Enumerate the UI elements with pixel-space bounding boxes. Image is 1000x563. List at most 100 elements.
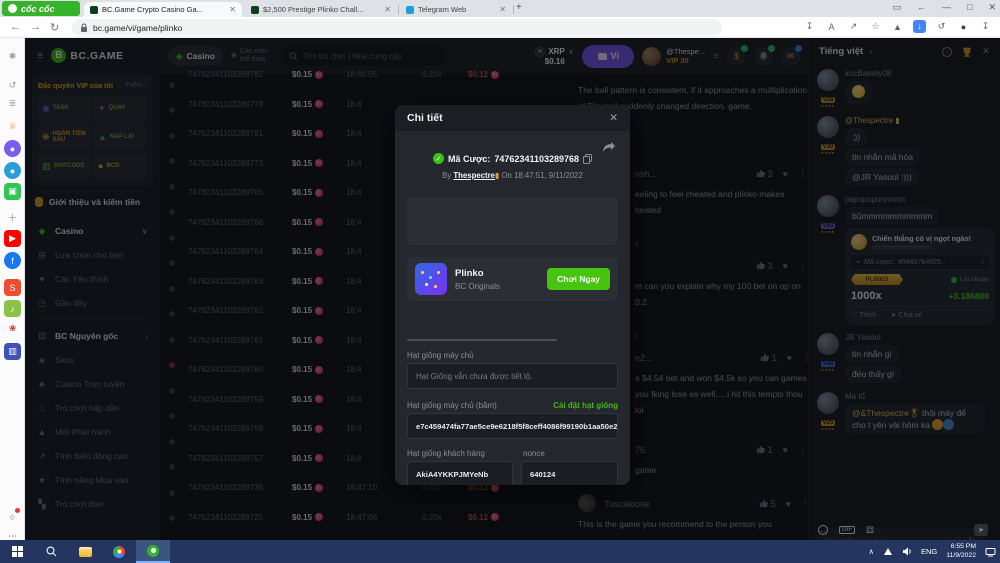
vip-crown-icon[interactable]: ♕ [4, 118, 21, 135]
tab-title: Telegram Web [418, 5, 495, 14]
volume-icon[interactable] [902, 547, 912, 556]
taskbar-file-explorer[interactable] [68, 540, 102, 563]
garden-icon[interactable]: ❀ [4, 320, 21, 337]
keyboard-language[interactable]: ENG [921, 547, 937, 556]
browser-tab[interactable]: Telegram Web ✕ [400, 2, 512, 17]
tray-time: 6:55 PM [946, 543, 976, 551]
close-button[interactable]: ✕ [988, 2, 996, 13]
medal-icon: ▮ [495, 171, 499, 180]
address-bar[interactable]: bc.game/vi/game/plinko [72, 19, 722, 36]
client-seed-value: AkiA4YKKPJMYeNb [416, 470, 488, 479]
sync-icon[interactable]: ↺ [935, 21, 948, 32]
back-button[interactable]: ← [10, 21, 21, 33]
tab-search-icon[interactable]: ▭ [893, 2, 902, 13]
save-icon[interactable]: ↧ [803, 21, 816, 32]
tab-close-icon[interactable]: ✕ [499, 5, 506, 14]
seed-settings-link[interactable]: Cài đặt hạt giống [553, 401, 618, 410]
reading-list-icon[interactable]: ≣ [4, 95, 21, 112]
share-icon[interactable]: ↗ [847, 21, 860, 32]
bet-id-value: 74762341103289768 [494, 154, 579, 164]
coccoc-logo[interactable]: cốc cốc [2, 1, 80, 16]
tab-title: BC.Game Crypto Casino Ga... [102, 5, 225, 14]
browser-sidebar: ✱↺≣♕●●▣＋▶fS♪❀▥○⋯ [0, 38, 25, 540]
multiplier-chips [407, 309, 618, 335]
server-seed-hash-field[interactable]: e7c459474fa77ae5ce9e6218f5f8ceff4086f991… [407, 413, 618, 439]
zalo-icon[interactable]: ● [4, 162, 21, 179]
taskbar-coccoc-active[interactable] [136, 540, 170, 563]
server-seed-label: Hạt giống máy chủ [407, 351, 474, 360]
client-seed-label: Hạt giống khách hàng [407, 449, 485, 458]
games-icon[interactable]: ▣ [4, 183, 21, 200]
tab-close-icon[interactable]: ✕ [229, 5, 236, 14]
sidebar-toggle-icon[interactable]: ← [917, 2, 926, 13]
tab-favicon [406, 6, 414, 14]
tab-favicon [251, 6, 259, 14]
profile-icon[interactable]: ● [957, 22, 970, 32]
send-message-icon[interactable]: ➤ [974, 524, 988, 536]
minimize-button[interactable]: — [942, 2, 951, 13]
folder-icon [79, 547, 92, 557]
by-label: By [442, 171, 451, 180]
screen: cốc cốc BC.Game Crypto Casino Ga... ✕ $2… [0, 0, 1000, 563]
play-now-button[interactable]: Chơi Ngay [547, 268, 610, 290]
tab-favicon [90, 6, 98, 14]
game-card: Plinko BC Originals Chơi Ngay [407, 257, 618, 301]
server-seed-field[interactable]: Hạt Giống vẫn chưa được tiết lộ. [407, 363, 618, 389]
forward-button[interactable]: → [30, 21, 41, 33]
coccoc-logo-text: cốc cốc [21, 4, 55, 14]
copy-icon[interactable] [583, 154, 592, 164]
browser-tab[interactable]: $2,500 Prestige Plinko Chall... ✕ [245, 2, 397, 17]
maximize-button[interactable]: □ [967, 2, 972, 13]
browser-tab[interactable]: BC.Game Crypto Casino Ga... ✕ [84, 2, 242, 17]
reload-button[interactable]: ↻ [50, 21, 59, 34]
tab-close-icon[interactable]: ✕ [384, 5, 391, 14]
server-seed-hash-value: e7c459474fa77ae5ce9e6218f5f8ceff4086f991… [416, 422, 617, 431]
url-text: bc.game/vi/game/plinko [93, 23, 182, 33]
new-tab-button[interactable]: + [516, 2, 522, 13]
settings-icon[interactable]: ✱ [4, 48, 21, 65]
windows-logo-icon [12, 546, 23, 557]
download-tray-icon[interactable]: ↧ [979, 21, 992, 32]
tv-icon[interactable]: ▥ [4, 343, 21, 360]
bookmark-star-icon[interactable]: ☆ [869, 21, 882, 32]
nonce-field[interactable]: 640124 [521, 461, 618, 485]
downloads-icon[interactable]: ↓ [913, 20, 926, 33]
dice-icon[interactable]: ⚄ [866, 525, 874, 536]
chrome-icon [113, 546, 125, 558]
game-provider: BC Originals [455, 282, 500, 291]
translate-icon[interactable]: A [825, 22, 838, 32]
game-name: Plinko [455, 268, 500, 279]
client-seed-field[interactable]: AkiA4YKKPJMYeNb [407, 461, 513, 485]
plinko-thumbnail [415, 263, 447, 295]
messenger-icon[interactable]: ● [4, 140, 21, 157]
network-icon[interactable] [883, 547, 893, 556]
browser-tabstrip: cốc cốc BC.Game Crypto Casino Ga... ✕ $2… [0, 0, 1000, 17]
coccoc-icon [147, 545, 159, 557]
youtube-icon[interactable]: ▶ [4, 230, 21, 247]
share-icon[interactable] [602, 141, 616, 153]
bet-id-label: Mã Cược: [448, 154, 490, 164]
notifications-icon[interactable]: ○ [4, 508, 21, 525]
shopee-icon[interactable]: S [4, 279, 21, 296]
zing-icon[interactable]: ♪ [4, 300, 21, 317]
server-seed-hash-label: Hạt giống máy chủ (băm) [407, 401, 497, 410]
action-center-icon[interactable] [985, 547, 996, 557]
chips-scrollbar[interactable] [407, 339, 557, 341]
emoji-picker-icon[interactable]: ◡ [818, 525, 828, 535]
nonce-label: nonce [523, 449, 545, 458]
tray-expand-icon[interactable]: ∧ [869, 547, 875, 556]
system-clock[interactable]: 6:55 PM 11/9/2022 [946, 543, 976, 560]
start-button[interactable] [0, 540, 34, 563]
taskbar-chrome[interactable] [102, 540, 136, 563]
facebook-icon[interactable]: f [4, 252, 21, 269]
coccoc-logo-icon [8, 4, 17, 13]
windows-taskbar: ∧ ENG 6:55 PM 11/9/2022 [0, 540, 1000, 563]
lock-icon [80, 23, 88, 33]
player-link[interactable]: Thespectre [453, 171, 495, 180]
modal-close-icon[interactable]: ✕ [609, 112, 618, 124]
shield-icon[interactable]: ▲ [891, 22, 904, 32]
gif-picker-icon[interactable]: GIF [839, 526, 855, 534]
add-new-icon[interactable]: ＋ [4, 209, 21, 226]
history-icon[interactable]: ↺ [4, 77, 21, 94]
taskbar-search[interactable] [34, 540, 68, 563]
